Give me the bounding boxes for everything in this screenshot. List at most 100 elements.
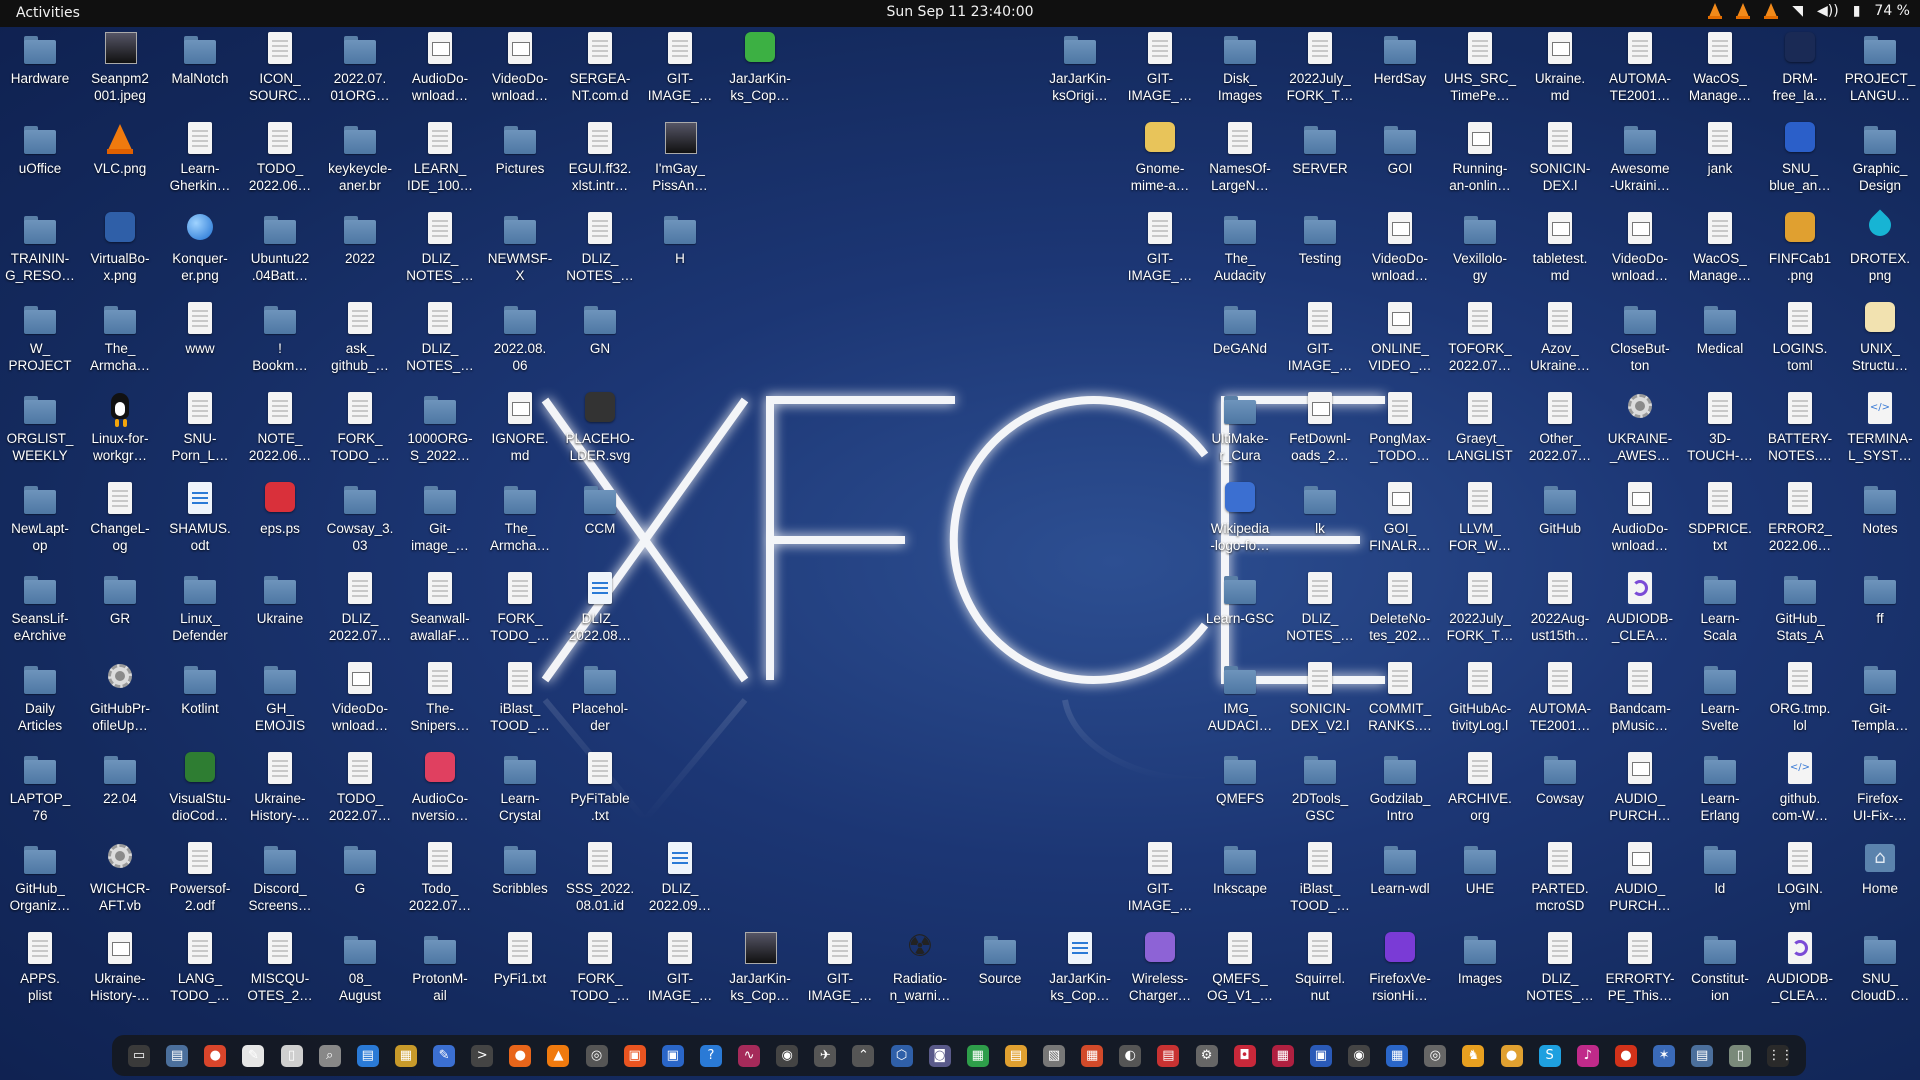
dock-files-2-icon[interactable]: ▤ [1691, 1044, 1714, 1067]
desktop-icon[interactable]: GitHub_ Organiz… [0, 840, 80, 930]
dock-editor-icon[interactable]: ✎ [433, 1044, 456, 1067]
desktop-icon[interactable]: Git- Templa… [1840, 660, 1920, 750]
desktop-icon[interactable]: JarJarKin- ks_Cop… [720, 30, 800, 120]
activities-button[interactable]: Activities [16, 5, 80, 21]
desktop-icon[interactable]: DLIZ_ NOTES_… [1280, 570, 1360, 660]
desktop-icon[interactable]: Ubuntu22 .04Batt… [240, 210, 320, 300]
desktop-icon[interactable]: SNU- Porn_L… [160, 390, 240, 480]
desktop-icon[interactable]: VideoDo- wnload… [320, 660, 400, 750]
desktop-icon[interactable]: UHS_SRC_ TimePe… [1440, 30, 1520, 120]
desktop-icon[interactable]: Testing [1280, 210, 1360, 300]
desktop-icon[interactable]: The_ Armcha… [80, 300, 160, 390]
desktop-icon[interactable]: Bandcam- pMusic… [1600, 660, 1680, 750]
desktop-icon[interactable]: GitHubPr- ofileUp… [80, 660, 160, 750]
desktop-icon[interactable]: WacOS_ Manage… [1680, 30, 1760, 120]
desktop-icon[interactable]: GIT- IMAGE_… [1120, 30, 1200, 120]
desktop-icon[interactable]: ERROR2_ 2022.06… [1760, 480, 1840, 570]
desktop-icon[interactable]: Squirrel. nut [1280, 930, 1360, 1020]
desktop-icon[interactable]: APPS. plist [0, 930, 80, 1020]
dock-pdf-icon[interactable]: ▤ [1004, 1044, 1027, 1067]
desktop-icon[interactable]: I'mGay_ PissAn… [640, 120, 720, 210]
desktop-icon[interactable]: AudioDo- wnload… [400, 30, 480, 120]
clock[interactable]: Sun Sep 11 23:40:00 [886, 4, 1033, 20]
desktop-icon[interactable]: MalNotch [160, 30, 240, 120]
desktop-icon[interactable]: WacOS_ Manage… [1680, 210, 1760, 300]
desktop-icon[interactable]: Ukraine [240, 570, 320, 660]
desktop-icon[interactable]: Home [1840, 840, 1920, 930]
battery-percentage[interactable]: 74 % [1874, 3, 1910, 19]
desktop-icon[interactable]: GIT- IMAGE_… [1120, 840, 1200, 930]
desktop-icon[interactable]: Konquer- er.png [160, 210, 240, 300]
desktop-icon[interactable]: ICON_ SOURC… [240, 30, 320, 120]
desktop-icon[interactable]: 2022.07. 01ORG… [320, 30, 400, 120]
desktop-icon[interactable]: GOI_ FINALR… [1360, 480, 1440, 570]
desktop-icon[interactable]: G [320, 840, 400, 930]
dock-office-icon[interactable]: ▦ [1081, 1044, 1104, 1067]
desktop-icon[interactable]: ARCHIVE. org [1440, 750, 1520, 840]
desktop-icon[interactable]: Cowsay_3. 03 [320, 480, 400, 570]
desktop-icon[interactable]: SONICIN- DEX_V2.l [1280, 660, 1360, 750]
desktop-icon[interactable]: GH_ EMOJIS [240, 660, 320, 750]
desktop-icon[interactable]: Discord_ Screens… [240, 840, 320, 930]
desktop-icon[interactable]: VLC.png [80, 120, 160, 210]
desktop-icon[interactable]: SERGEA- NT.com.d [560, 30, 640, 120]
desktop-icon[interactable]: Linux-for- workgr… [80, 390, 160, 480]
desktop-icon[interactable]: H [640, 210, 720, 300]
desktop-icon[interactable]: DLIZ_ NOTES_… [400, 300, 480, 390]
desktop-icon[interactable]: Godzilab_ Intro [1360, 750, 1440, 840]
desktop-icon[interactable]: GIT- IMAGE_… [640, 30, 720, 120]
desktop-icon[interactable]: The_ Armcha… [480, 480, 560, 570]
desktop-icon[interactable]: DROTEX. png [1840, 210, 1920, 300]
desktop-icon[interactable]: SONICIN- DEX.l [1520, 120, 1600, 210]
desktop-icon[interactable]: GitHubAc- tivityLog.l [1440, 660, 1520, 750]
dock-ubuntu-software-icon[interactable]: ▣ [623, 1044, 646, 1067]
desktop-icon[interactable]: 2022July_ FORK_T… [1440, 570, 1520, 660]
dock-chrome-icon[interactable]: ● [204, 1044, 227, 1067]
dock-trash-icon[interactable]: ▯ [1729, 1044, 1752, 1067]
dock-calc-icon[interactable]: ▦ [966, 1044, 989, 1067]
desktop-icon[interactable]: GitHub_ Stats_A [1760, 570, 1840, 660]
desktop-icon[interactable]: DLIZ_ 2022.08… [560, 570, 640, 660]
desktop-icon[interactable]: LAPTOP_ 76 [0, 750, 80, 840]
desktop-icon[interactable]: Git- image_… [400, 480, 480, 570]
desktop-icon[interactable]: GOI [1360, 120, 1440, 210]
desktop-icon[interactable]: Hardware [0, 30, 80, 120]
desktop-icon[interactable]: DeleteNo- tes_202… [1360, 570, 1440, 660]
desktop-icon[interactable]: LOGIN. yml [1760, 840, 1840, 930]
desktop-icon[interactable]: AudioDo- wnload… [1600, 480, 1680, 570]
dock-tool-g-icon[interactable]: ● [1500, 1044, 1523, 1067]
desktop-icon[interactable]: LEARN_ IDE_100… [400, 120, 480, 210]
desktop-icon[interactable]: 2022Aug- ust15th… [1520, 570, 1600, 660]
desktop-icon[interactable]: AUDIODB- _CLEA… [1600, 570, 1680, 660]
desktop-icon[interactable]: JarJarKin- ksOrigi… [1040, 30, 1120, 120]
desktop-icon[interactable]: iBlast_ TOOD_… [480, 660, 560, 750]
vlc-tray-icon[interactable] [1736, 3, 1751, 19]
dock-tool-d-icon[interactable]: ▦ [1271, 1044, 1294, 1067]
desktop-icon[interactable]: Firefox- UI-Fix-… [1840, 750, 1920, 840]
desktop-icon[interactable]: Inkscape [1200, 840, 1280, 930]
desktop-icon[interactable]: SNU_ blue_an… [1760, 120, 1840, 210]
desktop-icon[interactable]: Learn- Gherkin… [160, 120, 240, 210]
desktop-icon[interactable]: PARTED. mcroSD [1520, 840, 1600, 930]
desktop-icon[interactable]: github. com-W… [1760, 750, 1840, 840]
desktop-icon[interactable]: ask_ github_… [320, 300, 400, 390]
desktop-icon[interactable]: TERMINA- L_SYST… [1840, 390, 1920, 480]
dock-terminal-icon[interactable]: ▭ [128, 1044, 151, 1067]
desktop-icon[interactable]: Gnome- mime-a… [1120, 120, 1200, 210]
desktop-icon[interactable]: ERRORTY- PE_This… [1600, 930, 1680, 1020]
dock-disks-icon[interactable]: ◎ [585, 1044, 608, 1067]
desktop-icon[interactable]: ProtonM- ail [400, 930, 480, 1020]
desktop-icon[interactable]: W_ PROJECT [0, 300, 80, 390]
desktop-icon[interactable]: The- Snipers… [400, 660, 480, 750]
desktop-icon[interactable]: Learn-GSC [1200, 570, 1280, 660]
dock-monitor-icon[interactable]: ▣ [661, 1044, 684, 1067]
desktop-icon[interactable]: Learn- Svelte [1680, 660, 1760, 750]
desktop-icon[interactable]: 2022July_ FORK_T… [1280, 30, 1360, 120]
dock-grid-icon[interactable]: ▦ [1386, 1044, 1409, 1067]
desktop-icon[interactable]: Constitut- ion [1680, 930, 1760, 1020]
dock-tool-i-icon[interactable]: ● [1614, 1044, 1637, 1067]
desktop-icon[interactable]: tabletest. md [1520, 210, 1600, 300]
desktop-icon[interactable]: Awesome -Ukraini… [1600, 120, 1680, 210]
desktop-icon[interactable]: SNU_ CloudD… [1840, 930, 1920, 1020]
desktop-icon[interactable]: VideoDo- wnload… [1360, 210, 1440, 300]
